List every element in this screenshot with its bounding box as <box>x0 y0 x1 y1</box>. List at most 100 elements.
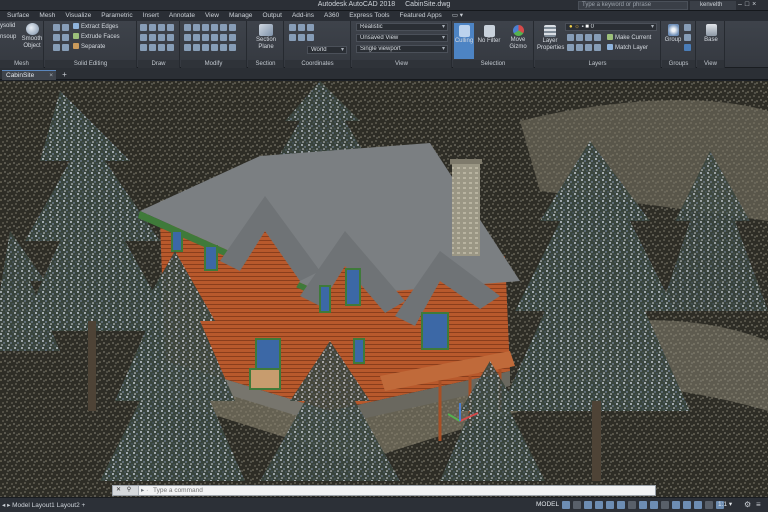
join-icon[interactable] <box>211 44 218 51</box>
tab-add-ins[interactable]: Add-ins <box>287 11 319 21</box>
rotate-icon[interactable] <box>193 24 200 31</box>
polar-toggle-icon[interactable] <box>595 501 603 509</box>
named-view-dropdown[interactable]: Unsaved View <box>356 34 448 42</box>
extrude-faces-button[interactable]: Extrude Faces <box>73 33 120 41</box>
tab-featured-apps[interactable]: Featured Apps <box>395 11 447 21</box>
copy-icon[interactable] <box>220 24 227 31</box>
trim-icon[interactable] <box>202 24 209 31</box>
auto-scale-icon[interactable] <box>683 501 691 509</box>
layer-off-icon[interactable] <box>567 34 574 41</box>
ortho-toggle-icon[interactable] <box>584 501 592 509</box>
group-label-view[interactable]: View <box>352 60 451 68</box>
tab-a360[interactable]: A360 <box>319 11 344 21</box>
workspace-switching-icon[interactable] <box>694 501 702 509</box>
transparency-toggle-icon[interactable] <box>650 501 658 509</box>
group-label-view-base[interactable]: View <box>697 60 724 68</box>
grid-toggle-icon[interactable] <box>562 501 570 509</box>
ucs-icon[interactable] <box>289 24 296 31</box>
group-label-selection[interactable]: Selection <box>453 60 533 68</box>
separate-button[interactable]: Separate <box>73 43 105 51</box>
window-controls[interactable]: –□× <box>738 1 764 10</box>
object-snap-toggle-icon[interactable] <box>617 501 625 509</box>
layer-dropdown[interactable]: ● ☼ ▪ ■ 0 <box>565 23 657 31</box>
hatch-icon[interactable] <box>140 44 147 51</box>
tab-surface[interactable]: Surface <box>2 11 34 21</box>
tab-mesh[interactable]: Mesh <box>34 11 60 21</box>
gear-icon[interactable]: ⚙ <box>744 500 751 510</box>
tab-annotate[interactable]: Annotate <box>164 11 200 21</box>
line-icon[interactable] <box>140 24 147 31</box>
group-label-section[interactable]: Section <box>248 60 283 68</box>
group-label-solid-editing[interactable]: Solid Editing <box>45 60 136 68</box>
thicken-icon[interactable] <box>62 44 69 51</box>
command-line-buttons[interactable]: ✕ ⚲ <box>113 486 139 495</box>
group-button[interactable]: Group <box>664 24 682 44</box>
stretch-icon[interactable] <box>202 34 209 41</box>
point-icon[interactable] <box>167 44 174 51</box>
array-icon[interactable] <box>220 34 227 41</box>
group-label-layers[interactable]: Layers <box>535 60 660 68</box>
layer-thaw-icon[interactable] <box>585 44 592 51</box>
ucs-3point-icon[interactable] <box>307 34 314 41</box>
align-icon[interactable] <box>202 44 209 51</box>
user-account-button[interactable]: kenvelth <box>690 1 736 10</box>
tab-express-tools[interactable]: Express Tools <box>344 11 394 21</box>
dynamic-input-toggle-icon[interactable] <box>628 501 636 509</box>
extend-icon[interactable] <box>211 24 218 31</box>
spline-icon[interactable] <box>158 34 165 41</box>
layer-isolate-icon[interactable] <box>576 34 583 41</box>
tab-parametric[interactable]: Parametric <box>96 11 137 21</box>
rectangle-icon[interactable] <box>140 34 147 41</box>
lengthen-icon[interactable] <box>229 44 236 51</box>
interfere-icon[interactable] <box>62 34 69 41</box>
fillet-icon[interactable] <box>184 34 191 41</box>
model-space-toggle[interactable]: MODEL <box>536 500 560 510</box>
ucs-origin-icon[interactable] <box>298 24 305 31</box>
erase-icon[interactable] <box>184 44 191 51</box>
annotation-scale-dropdown[interactable]: 1:1 ▾ <box>718 500 732 510</box>
explode-icon[interactable] <box>193 44 200 51</box>
command-input[interactable] <box>153 486 643 495</box>
boundary-icon[interactable] <box>149 44 156 51</box>
drawing-viewport[interactable] <box>0 81 768 497</box>
region-icon[interactable] <box>158 44 165 51</box>
ungroup-icon[interactable] <box>684 24 691 31</box>
union-icon[interactable] <box>53 24 60 31</box>
scale-icon[interactable] <box>211 34 218 41</box>
break-icon[interactable] <box>220 44 227 51</box>
lineweight-toggle-icon[interactable] <box>639 501 647 509</box>
ucs-view-icon[interactable] <box>307 24 314 31</box>
ellipse-icon[interactable] <box>167 34 174 41</box>
group-label-modify[interactable]: Modify <box>181 60 246 68</box>
circle-icon[interactable] <box>158 24 165 31</box>
tab-output[interactable]: Output <box>257 11 287 21</box>
intersect-icon[interactable] <box>53 34 60 41</box>
tab-insert[interactable]: Insert <box>138 11 164 21</box>
no-filter-button[interactable]: No Filter <box>477 25 501 45</box>
make-current-button[interactable]: Make Current <box>607 34 651 42</box>
group-label-groups[interactable]: Groups <box>662 60 695 68</box>
close-tab-icon[interactable]: × <box>49 71 53 81</box>
search-input[interactable]: Type a keyword or phrase <box>578 1 688 10</box>
mirror-icon[interactable] <box>229 24 236 31</box>
isodraft-toggle-icon[interactable] <box>606 501 614 509</box>
tab-manage[interactable]: Manage <box>224 11 258 21</box>
group-selection-icon[interactable] <box>684 44 691 51</box>
section-plane-button[interactable]: Section Plane <box>252 24 280 50</box>
new-tab-button[interactable]: + <box>60 71 69 79</box>
visual-style-dropdown[interactable]: Realistic <box>356 23 448 31</box>
polyline-icon[interactable] <box>149 24 156 31</box>
convert-to-surface-label[interactable]: nsoup <box>0 33 16 41</box>
selection-cycling-toggle-icon[interactable] <box>661 501 669 509</box>
ucs-object-icon[interactable] <box>289 34 296 41</box>
layer-properties-button[interactable]: Layer Properties <box>537 25 564 51</box>
customization-menu-icon[interactable]: ≡ <box>756 500 761 510</box>
ucs-face-icon[interactable] <box>298 34 305 41</box>
layer-unisolate-icon[interactable] <box>576 44 583 51</box>
slice-icon[interactable] <box>53 44 60 51</box>
move-icon[interactable] <box>184 24 191 31</box>
chamfer-icon[interactable] <box>193 34 200 41</box>
subtract-icon[interactable] <box>62 24 69 31</box>
document-tab-cabinsite[interactable]: CabinSite × <box>2 70 56 80</box>
offset-icon[interactable] <box>229 34 236 41</box>
